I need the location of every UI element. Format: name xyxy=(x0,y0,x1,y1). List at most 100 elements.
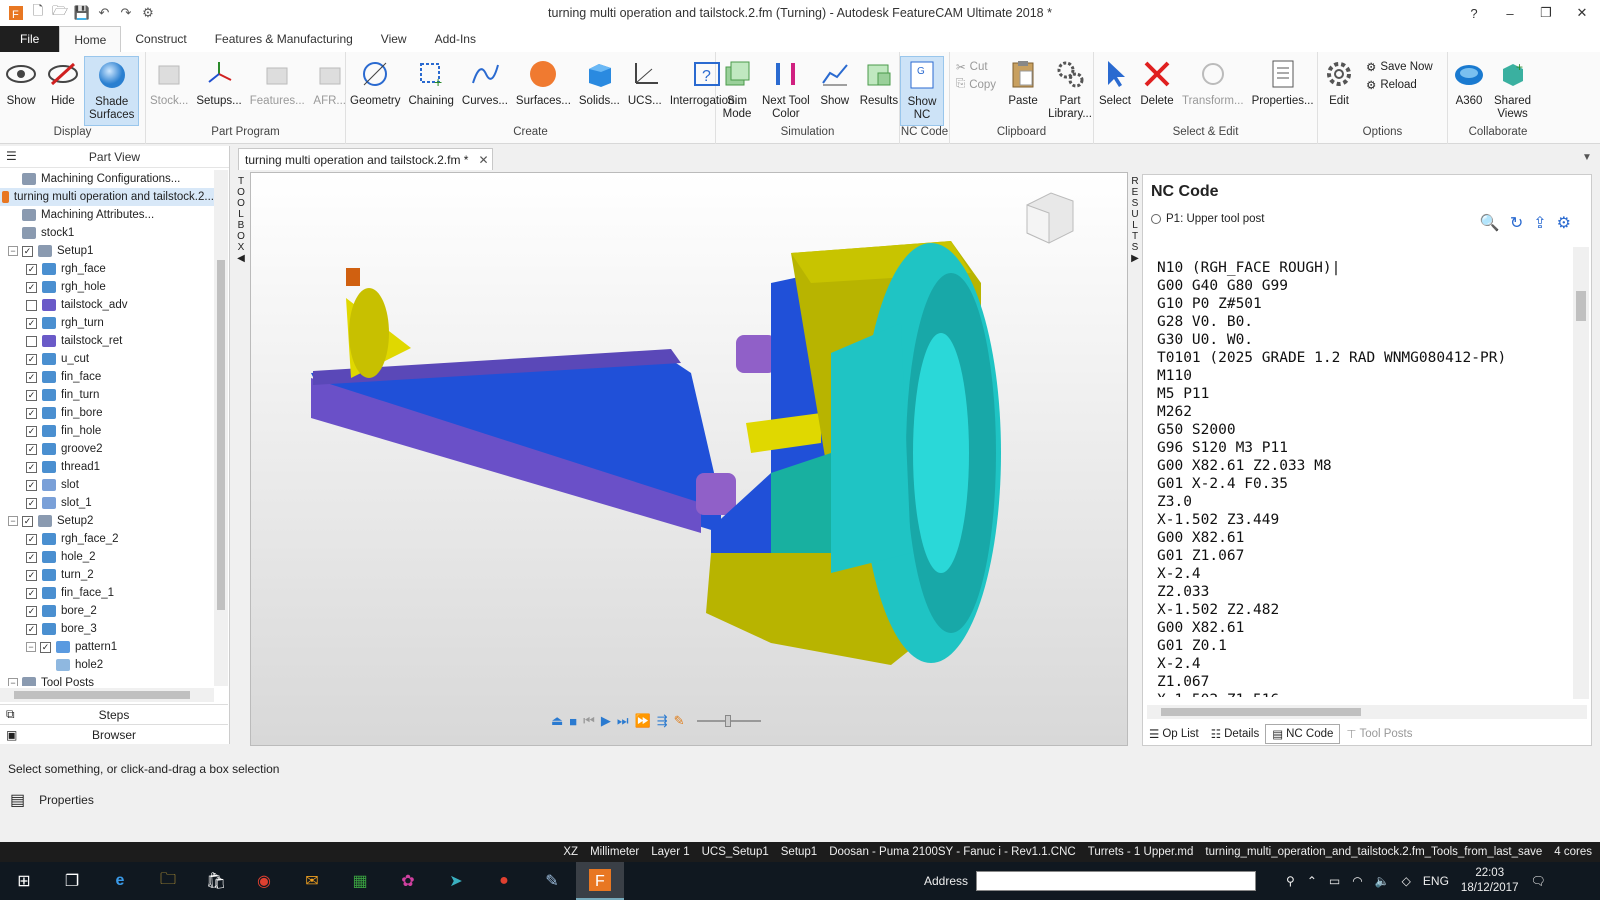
settings-gear-icon[interactable]: ⚙ xyxy=(140,5,156,21)
steps-button[interactable]: ⧉ Steps xyxy=(0,704,228,724)
tree-expand-toggle[interactable]: − xyxy=(8,246,18,256)
tab-construct[interactable]: Construct xyxy=(121,26,200,52)
afr-button[interactable]: AFR... xyxy=(309,56,351,126)
play-icon[interactable]: ▶ xyxy=(601,713,611,729)
featurecam-taskbar-icon[interactable]: F xyxy=(576,862,624,900)
curves-button[interactable]: Curves... xyxy=(458,56,512,126)
tree-checkbox[interactable]: ✓ xyxy=(26,569,37,581)
tree-item[interactable]: ✓ rgh_hole xyxy=(0,278,214,296)
chevron-up-icon[interactable]: ⌃ xyxy=(1307,874,1317,888)
help-icon[interactable]: ? xyxy=(1456,0,1492,26)
solids-button[interactable]: Solids... xyxy=(575,56,624,126)
nc-code-line[interactable]: G00 X82.61 Z2.033 M8 xyxy=(1157,457,1567,475)
delete-button[interactable]: Delete xyxy=(1136,56,1178,126)
export-nc-icon[interactable]: ⇪ xyxy=(1533,213,1546,233)
chrome-icon[interactable]: ◉ xyxy=(240,862,288,900)
address-input[interactable] xyxy=(976,871,1257,891)
nc-code-line[interactable]: G10 P0 Z#501 xyxy=(1157,295,1567,313)
nc-code-line[interactable]: X-1.502 Z3.449 xyxy=(1157,511,1567,529)
properties-bar[interactable]: ▤ Properties xyxy=(10,790,94,810)
tree-item[interactable]: turning multi operation and tailstock.2.… xyxy=(0,188,214,206)
search-document-icon[interactable]: 🔍 xyxy=(1480,213,1500,233)
tree-checkbox[interactable]: ✓ xyxy=(26,389,37,401)
skip-end-icon[interactable]: ⏩ xyxy=(635,713,651,729)
results-button[interactable]: Results xyxy=(856,56,902,126)
tree-item[interactable]: ✓ fin_face xyxy=(0,368,214,386)
undo-icon[interactable]: ↶ xyxy=(96,5,112,21)
browser-button[interactable]: ▣ Browser xyxy=(0,724,228,744)
nc-code-line[interactable]: G00 X82.61 xyxy=(1157,619,1567,637)
tree-checkbox[interactable]: ✓ xyxy=(26,533,37,545)
tree-item[interactable]: − ✓ Setup1 xyxy=(0,242,214,260)
outlook-icon[interactable]: ✉ xyxy=(288,862,336,900)
tree-checkbox[interactable]: ✓ xyxy=(26,281,37,293)
a360-button[interactable]: A360 xyxy=(1448,56,1490,126)
refresh-document-icon[interactable]: ↻ xyxy=(1510,213,1523,233)
tree-checkbox[interactable]: ✓ xyxy=(26,353,37,365)
show-nc-button[interactable]: G Show NC xyxy=(900,56,944,126)
restore-button[interactable]: ❐ xyxy=(1528,0,1564,26)
pencil-icon[interactable]: ✎ xyxy=(674,713,685,729)
tree-checkbox[interactable]: ✓ xyxy=(26,605,37,617)
task-view-icon[interactable]: ❐ xyxy=(48,862,96,900)
tree-checkbox[interactable]: ✓ xyxy=(22,515,33,527)
post-radio[interactable] xyxy=(1151,214,1161,224)
tree-vertical-scrollbar[interactable] xyxy=(214,170,228,686)
tree-item[interactable]: ✓ fin_turn xyxy=(0,386,214,404)
stock-button[interactable]: Stock... xyxy=(146,56,192,126)
tree-horizontal-scrollbar[interactable] xyxy=(0,688,214,702)
tree-item[interactable]: ✓ bore_3 xyxy=(0,620,214,638)
view-cube[interactable] xyxy=(1021,187,1077,250)
save-now-button[interactable]: ⚙ Save Now xyxy=(1366,60,1433,74)
nc-code-line[interactable]: G96 S120 M3 P11 xyxy=(1157,439,1567,457)
tree-item[interactable]: ✓ bore_2 xyxy=(0,602,214,620)
next-tool-color-button[interactable]: Next Tool Color xyxy=(758,56,814,126)
eject-icon[interactable]: ⏏ xyxy=(551,713,563,729)
document-tab[interactable]: turning multi operation and tailstock.2.… xyxy=(238,148,493,170)
step-forward-icon[interactable]: ⏭ xyxy=(617,713,629,729)
new-file-icon[interactable]: 🗋 xyxy=(30,3,46,21)
store-icon[interactable]: 🛍 xyxy=(192,862,240,900)
ucs-button[interactable]: UCS... xyxy=(624,56,666,126)
select-button[interactable]: Select xyxy=(1094,56,1136,126)
results-strip[interactable]: R E S U L T S ▶ xyxy=(1128,172,1142,282)
tree-item[interactable]: tailstock_adv xyxy=(0,296,214,314)
tree-expand-toggle[interactable]: − xyxy=(26,642,36,652)
transform-button[interactable]: Transform... xyxy=(1178,56,1248,126)
fruit-app-icon[interactable]: ● xyxy=(480,862,528,900)
file-explorer-icon[interactable]: 🗀 xyxy=(144,862,192,900)
nc-code-line[interactable]: M5 P11 xyxy=(1157,385,1567,403)
tree-checkbox[interactable]: ✓ xyxy=(26,479,37,491)
battery-icon[interactable]: ▭ xyxy=(1329,874,1340,888)
step-back-icon[interactable]: ⏮ xyxy=(583,713,595,729)
tree-checkbox[interactable]: ✓ xyxy=(26,497,37,509)
tree-item[interactable]: ✓ fin_hole xyxy=(0,422,214,440)
paint-app-icon[interactable]: ✎ xyxy=(528,862,576,900)
language-indicator[interactable]: ENG xyxy=(1423,874,1449,888)
tab-op-list[interactable]: ☰ Op List xyxy=(1143,724,1205,744)
stop-icon[interactable]: ■ xyxy=(569,714,577,729)
nc-code-line[interactable]: G50 S2000 xyxy=(1157,421,1567,439)
speed-slider[interactable] xyxy=(696,715,761,727)
nc-code-line[interactable]: X-2.4 xyxy=(1157,655,1567,673)
chaining-button[interactable]: + Chaining xyxy=(405,56,458,126)
tree-item[interactable]: ✓ rgh_turn xyxy=(0,314,214,332)
edge-browser-icon[interactable]: e xyxy=(96,862,144,900)
tree-item[interactable]: ✓ fin_bore xyxy=(0,404,214,422)
nc-code-line[interactable]: Z2.033 xyxy=(1157,583,1567,601)
setups-button[interactable]: Setups... xyxy=(192,56,245,126)
tab-nc-code[interactable]: ▤ NC Code xyxy=(1265,724,1341,744)
tree-item[interactable]: ✓ slot xyxy=(0,476,214,494)
tab-add-ins[interactable]: Add-Ins xyxy=(421,26,490,52)
nc-code-line[interactable]: N10 (RGH_FACE ROUGH)| xyxy=(1157,259,1567,277)
hide-button[interactable]: Hide xyxy=(42,56,84,126)
tree-checkbox[interactable]: ✓ xyxy=(22,245,33,257)
nc-code-line[interactable]: G28 V0. B0. xyxy=(1157,313,1567,331)
step-options-icon[interactable]: ⇶ xyxy=(657,713,668,729)
geometry-button[interactable]: Geometry xyxy=(346,56,405,126)
clock[interactable]: 22:03 18/12/2017 xyxy=(1461,866,1519,896)
paste-button[interactable]: Paste xyxy=(1002,56,1044,126)
tree-item[interactable]: ✓ turn_2 xyxy=(0,566,214,584)
open-folder-icon[interactable]: 🗁 xyxy=(52,3,68,21)
tab-details[interactable]: ☷ Details xyxy=(1205,724,1265,744)
